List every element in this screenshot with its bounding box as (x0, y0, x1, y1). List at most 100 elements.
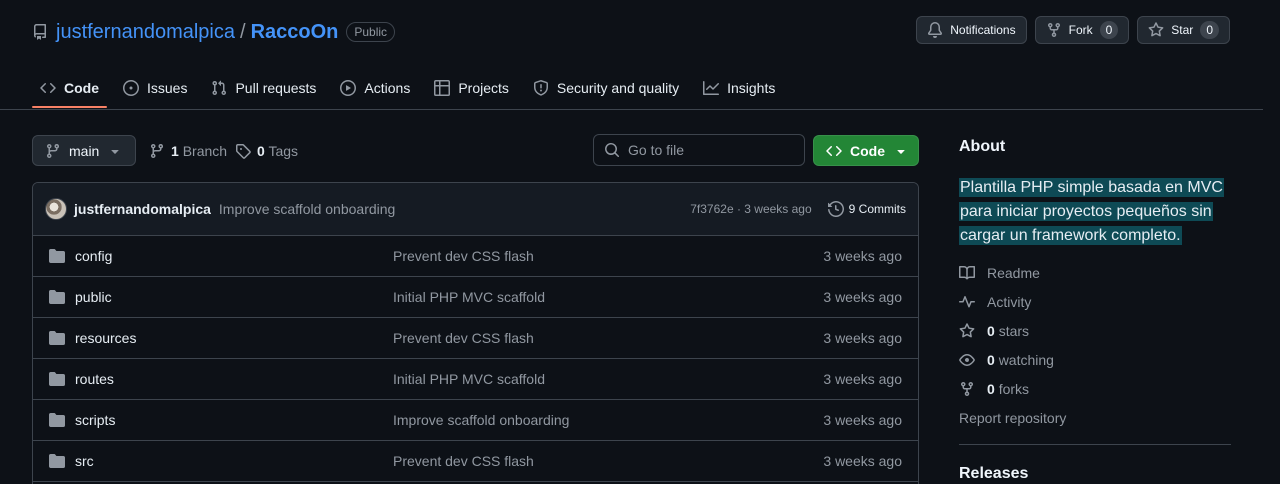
table-row[interactable]: config Prevent dev CSS flash 3 weeks ago (33, 236, 918, 277)
fork-icon (959, 381, 975, 397)
file-name-link[interactable]: scripts (75, 412, 393, 428)
repo-header: justfernandomalpica / RaccoOn Public (32, 18, 396, 46)
folder-icon (49, 453, 65, 469)
latest-commit-bar: justfernandomalpica Improve scaffold onb… (33, 183, 918, 236)
avatar[interactable] (45, 198, 67, 220)
watchers-link[interactable]: 0 watching (959, 352, 1054, 368)
commit-message-link[interactable]: Improve scaffold onboarding (219, 201, 395, 217)
branches-link[interactable]: 1 Branch (149, 135, 227, 166)
notifications-label: Notifications (950, 23, 1016, 37)
activity-link[interactable]: Activity (959, 294, 1031, 310)
tag-count: 0 (257, 142, 265, 159)
file-commit-date: 3 weeks ago (823, 412, 902, 428)
tab-label: Security and quality (556, 80, 680, 96)
tab-label: Code (64, 80, 99, 96)
repo-path-separator: / (240, 20, 246, 43)
star-counter: 0 (1200, 21, 1219, 39)
readme-link[interactable]: Readme (959, 265, 1040, 281)
code-button-label: Code (850, 142, 885, 159)
branch-name: main (69, 142, 100, 159)
file-commit-date: 3 weeks ago (823, 248, 902, 264)
triangle-down-icon (893, 143, 909, 159)
branch-count-label: Branch (182, 142, 228, 159)
stars-link[interactable]: 0 stars (959, 323, 1029, 339)
file-commit-date: 3 weeks ago (823, 371, 902, 387)
sidebar-divider (959, 444, 1231, 445)
tab-insights[interactable]: Insights (695, 70, 783, 106)
repo-owner-link[interactable]: justfernandomalpica (56, 21, 235, 44)
releases-heading[interactable]: Releases (959, 465, 1028, 483)
tab-projects[interactable]: Projects (426, 70, 517, 106)
watching-label: watching (998, 352, 1054, 368)
code-icon (826, 143, 842, 159)
folder-icon (49, 412, 65, 428)
tab-security[interactable]: Security and quality (525, 70, 687, 106)
commits-count-label: 9 Commits (848, 202, 906, 216)
readme-label: Readme (987, 265, 1040, 281)
file-commit-message[interactable]: Prevent dev CSS flash (393, 330, 823, 346)
branch-icon (45, 143, 61, 159)
branch-count: 1 (171, 142, 179, 159)
table-icon (434, 80, 451, 96)
commit-hash-time[interactable]: 7f3762e · 3 weeks ago (690, 202, 811, 216)
go-to-file-placeholder: Go to file (628, 142, 685, 158)
file-name-link[interactable]: resources (75, 330, 393, 346)
activity-label: Activity (987, 294, 1032, 310)
file-name-link[interactable]: config (75, 248, 393, 264)
visibility-badge: Public (346, 22, 396, 42)
folder-icon (49, 248, 65, 264)
file-commit-message[interactable]: Initial PHP MVC scaffold (393, 289, 823, 305)
branch-selector[interactable]: main (32, 135, 136, 166)
tab-label: Actions (364, 80, 411, 96)
tab-issues[interactable]: Issues (115, 70, 195, 106)
tab-label: Projects (458, 80, 509, 96)
tab-code[interactable]: Code (32, 70, 107, 108)
forks-count: 0 (987, 381, 995, 397)
file-commit-message[interactable]: Improve scaffold onboarding (393, 412, 823, 428)
folder-icon (49, 289, 65, 305)
tab-label: Issues (147, 80, 188, 96)
file-name-link[interactable]: src (75, 453, 393, 469)
repo-name-link[interactable]: RaccoOn (251, 21, 339, 44)
history-icon (827, 201, 844, 217)
forks-link[interactable]: 0 forks (959, 381, 1029, 397)
about-heading: About (959, 138, 1006, 155)
tab-pull-requests[interactable]: Pull requests (203, 70, 324, 106)
star-label: Star (1171, 23, 1194, 37)
file-commit-message[interactable]: Prevent dev CSS flash (393, 453, 823, 469)
file-name-link[interactable]: routes (75, 371, 393, 387)
file-commit-date: 3 weeks ago (823, 453, 902, 469)
play-icon (340, 80, 357, 96)
folder-icon (49, 371, 65, 387)
table-row[interactable]: resources Prevent dev CSS flash 3 weeks … (33, 318, 918, 359)
tag-count-label: Tags (268, 142, 299, 159)
table-row[interactable]: src Prevent dev CSS flash 3 weeks ago (33, 441, 918, 482)
notifications-button[interactable]: Notifications (916, 16, 1027, 44)
commits-history-link[interactable]: 9 Commits (827, 201, 906, 217)
star-button[interactable]: Star 0 (1137, 16, 1230, 44)
stars-count: 0 (987, 323, 995, 339)
file-commit-message[interactable]: Prevent dev CSS flash (393, 248, 823, 264)
report-repository-link[interactable]: Report repository (959, 410, 1066, 426)
star-icon (959, 323, 975, 339)
code-icon (40, 80, 56, 96)
file-commit-date: 3 weeks ago (823, 330, 902, 346)
go-to-file-input[interactable]: Go to file (593, 134, 805, 166)
folder-icon (49, 330, 65, 346)
fork-button[interactable]: Fork 0 (1034, 16, 1130, 44)
table-row[interactable]: public Initial PHP MVC scaffold 3 weeks … (33, 277, 918, 318)
file-name-link[interactable]: public (75, 289, 393, 305)
commit-author-link[interactable]: justfernandomalpica (74, 201, 211, 217)
graph-icon (703, 80, 720, 96)
tab-label: Pull requests (235, 80, 317, 96)
triangle-down-icon (107, 143, 123, 159)
tags-link[interactable]: 0 Tags (235, 135, 298, 166)
code-dropdown-button[interactable]: Code (813, 135, 919, 166)
table-row[interactable]: scripts Improve scaffold onboarding 3 we… (33, 400, 918, 441)
table-row[interactable]: routes Initial PHP MVC scaffold 3 weeks … (33, 359, 918, 400)
file-commit-date: 3 weeks ago (823, 289, 902, 305)
watching-count: 0 (987, 352, 995, 368)
tab-actions[interactable]: Actions (332, 70, 418, 106)
pull-request-icon (211, 80, 227, 96)
file-commit-message[interactable]: Initial PHP MVC scaffold (393, 371, 823, 387)
